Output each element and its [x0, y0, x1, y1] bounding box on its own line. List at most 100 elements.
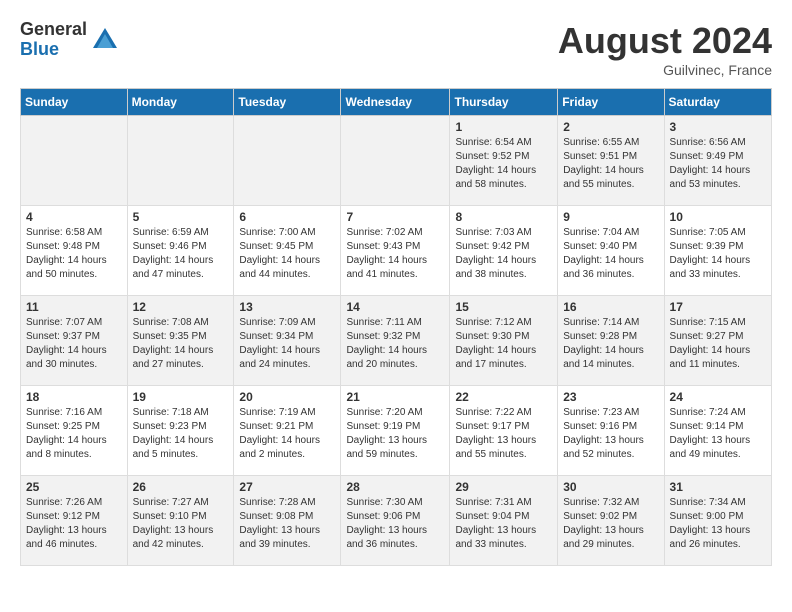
- col-friday: Friday: [558, 89, 664, 116]
- day-number: 11: [26, 300, 122, 314]
- calendar-cell: [234, 116, 341, 206]
- day-number: 6: [239, 210, 335, 224]
- calendar-cell: 12Sunrise: 7:08 AMSunset: 9:35 PMDayligh…: [127, 296, 234, 386]
- day-number: 8: [455, 210, 552, 224]
- col-monday: Monday: [127, 89, 234, 116]
- day-info: Sunrise: 7:00 AMSunset: 9:45 PMDaylight:…: [239, 226, 335, 282]
- calendar-cell: 16 Sunrise: 7:14 AMSunset: 9:28 PMDayligh…: [558, 296, 664, 386]
- day-number: 22: [455, 390, 552, 404]
- calendar-cell: 22 Sunrise: 7:22 AMSunset: 9:17 PMDayligh…: [450, 386, 558, 476]
- day-number: 25: [26, 480, 122, 494]
- logo: General Blue: [20, 20, 119, 60]
- day-info: Sunrise: 7:22 AMSunset: 9:17 PMDaylight:…: [455, 406, 552, 462]
- calendar-cell: 6 Sunrise: 7:00 AMSunset: 9:45 PMDaylight…: [234, 206, 341, 296]
- calendar-cell: 29 Sunrise: 7:31 AMSunset: 9:04 PMDayligh…: [450, 476, 558, 566]
- day-info: Sunrise: 7:24 AMSunset: 9:14 PMDaylight:…: [670, 406, 766, 462]
- day-number: 29: [455, 480, 552, 494]
- day-info: Sunrise: 7:03 AMSunset: 9:42 PMDaylight:…: [455, 226, 552, 282]
- calendar-cell: 10 Sunrise: 7:05 AMSunset: 9:39 PMDayligh…: [664, 206, 771, 296]
- day-number: 5: [133, 210, 229, 224]
- calendar-cell: 13 Sunrise: 7:09 AMSunset: 9:34 PMDayligh…: [234, 296, 341, 386]
- calendar-cell: 27Sunrise: 7:28 AMSunset: 9:08 PMDayligh…: [234, 476, 341, 566]
- calendar-week-3: 11 Sunrise: 7:07 AMSunset: 9:37 PMDayligh…: [21, 296, 772, 386]
- day-info: Sunrise: 7:05 AMSunset: 9:39 PMDaylight:…: [670, 226, 766, 282]
- day-info: Sunrise: 7:26 AMSunset: 9:12 PMDaylight:…: [26, 496, 122, 552]
- logo-general-text: General: [20, 20, 87, 40]
- calendar-cell: 14Sunrise: 7:11 AMSunset: 9:32 PMDayligh…: [341, 296, 450, 386]
- day-number: 9: [563, 210, 658, 224]
- day-number: 2: [563, 120, 658, 134]
- calendar-cell: 18Sunrise: 7:16 AMSunset: 9:25 PMDayligh…: [21, 386, 128, 476]
- title-section: August 2024 Guilvinec, France: [558, 20, 772, 78]
- calendar-week-2: 4 Sunrise: 6:58 AMSunset: 9:48 PMDaylight…: [21, 206, 772, 296]
- calendar-cell: 17Sunrise: 7:15 AMSunset: 9:27 PMDayligh…: [664, 296, 771, 386]
- calendar-cell: [21, 116, 128, 206]
- day-number: 15: [455, 300, 552, 314]
- day-number: 13: [239, 300, 335, 314]
- calendar-week-5: 25 Sunrise: 7:26 AMSunset: 9:12 PMDayligh…: [21, 476, 772, 566]
- calendar-cell: 20Sunrise: 7:19 AMSunset: 9:21 PMDayligh…: [234, 386, 341, 476]
- day-info: Sunrise: 7:32 AMSunset: 9:02 PMDaylight:…: [563, 496, 658, 552]
- day-info: Sunrise: 7:07 AMSunset: 9:37 PMDaylight:…: [26, 316, 122, 372]
- calendar-cell: 25 Sunrise: 7:26 AMSunset: 9:12 PMDayligh…: [21, 476, 128, 566]
- day-number: 31: [670, 480, 766, 494]
- day-number: 1: [455, 120, 552, 134]
- calendar-cell: 30 Sunrise: 7:32 AMSunset: 9:02 PMDayligh…: [558, 476, 664, 566]
- day-info: Sunrise: 7:30 AMSunset: 9:06 PMDaylight:…: [346, 496, 444, 552]
- calendar-cell: 8 Sunrise: 7:03 AMSunset: 9:42 PMDaylight…: [450, 206, 558, 296]
- day-info: Sunrise: 7:09 AMSunset: 9:34 PMDaylight:…: [239, 316, 335, 372]
- day-info: Sunrise: 7:19 AMSunset: 9:21 PMDaylight:…: [239, 406, 335, 462]
- day-number: 16: [563, 300, 658, 314]
- calendar-cell: 23Sunrise: 7:23 AMSunset: 9:16 PMDayligh…: [558, 386, 664, 476]
- calendar-cell: 15 Sunrise: 7:12 AMSunset: 9:30 PMDayligh…: [450, 296, 558, 386]
- day-number: 4: [26, 210, 122, 224]
- calendar-table: Sunday Monday Tuesday Wednesday Thursday…: [20, 88, 772, 566]
- calendar-cell: [341, 116, 450, 206]
- day-info: Sunrise: 6:55 AMSunset: 9:51 PMDaylight:…: [563, 136, 658, 192]
- calendar-cell: 21 Sunrise: 7:20 AMSunset: 9:19 PMDayligh…: [341, 386, 450, 476]
- header-row: Sunday Monday Tuesday Wednesday Thursday…: [21, 89, 772, 116]
- day-number: 10: [670, 210, 766, 224]
- calendar-cell: 3Sunrise: 6:56 AMSunset: 9:49 PMDaylight…: [664, 116, 771, 206]
- day-info: Sunrise: 7:12 AMSunset: 9:30 PMDaylight:…: [455, 316, 552, 372]
- calendar-cell: 2 Sunrise: 6:55 AMSunset: 9:51 PMDaylight…: [558, 116, 664, 206]
- location: Guilvinec, France: [558, 62, 772, 78]
- day-number: 28: [346, 480, 444, 494]
- calendar-cell: 7Sunrise: 7:02 AMSunset: 9:43 PMDaylight…: [341, 206, 450, 296]
- calendar-body: 1 Sunrise: 6:54 AMSunset: 9:52 PMDaylight…: [21, 116, 772, 566]
- calendar-cell: 24 Sunrise: 7:24 AMSunset: 9:14 PMDayligh…: [664, 386, 771, 476]
- day-number: 12: [133, 300, 229, 314]
- day-number: 14: [346, 300, 444, 314]
- day-info: Sunrise: 7:16 AMSunset: 9:25 PMDaylight:…: [26, 406, 122, 462]
- logo-blue-text: Blue: [20, 40, 87, 60]
- calendar-week-1: 1 Sunrise: 6:54 AMSunset: 9:52 PMDaylight…: [21, 116, 772, 206]
- day-info: Sunrise: 7:15 AMSunset: 9:27 PMDaylight:…: [670, 316, 766, 372]
- day-number: 26: [133, 480, 229, 494]
- day-number: 30: [563, 480, 658, 494]
- day-info: Sunrise: 7:20 AMSunset: 9:19 PMDaylight:…: [346, 406, 444, 462]
- day-info: Sunrise: 7:14 AMSunset: 9:28 PMDaylight:…: [563, 316, 658, 372]
- day-number: 7: [346, 210, 444, 224]
- col-sunday: Sunday: [21, 89, 128, 116]
- calendar-cell: 5 Sunrise: 6:59 AMSunset: 9:46 PMDaylight…: [127, 206, 234, 296]
- calendar-cell: 11 Sunrise: 7:07 AMSunset: 9:37 PMDayligh…: [21, 296, 128, 386]
- day-number: 19: [133, 390, 229, 404]
- day-info: Sunrise: 6:54 AMSunset: 9:52 PMDaylight:…: [455, 136, 552, 192]
- calendar-week-4: 18Sunrise: 7:16 AMSunset: 9:25 PMDayligh…: [21, 386, 772, 476]
- calendar-cell: 28 Sunrise: 7:30 AMSunset: 9:06 PMDayligh…: [341, 476, 450, 566]
- day-number: 21: [346, 390, 444, 404]
- calendar-cell: 9 Sunrise: 7:04 AMSunset: 9:40 PMDaylight…: [558, 206, 664, 296]
- day-info: Sunrise: 6:58 AMSunset: 9:48 PMDaylight:…: [26, 226, 122, 282]
- day-info: Sunrise: 6:59 AMSunset: 9:46 PMDaylight:…: [133, 226, 229, 282]
- page-header: General Blue August 2024 Guilvinec, Fran…: [20, 20, 772, 78]
- day-info: Sunrise: 7:31 AMSunset: 9:04 PMDaylight:…: [455, 496, 552, 552]
- calendar-cell: 1 Sunrise: 6:54 AMSunset: 9:52 PMDaylight…: [450, 116, 558, 206]
- month-year: August 2024: [558, 20, 772, 62]
- day-info: Sunrise: 7:04 AMSunset: 9:40 PMDaylight:…: [563, 226, 658, 282]
- day-number: 27: [239, 480, 335, 494]
- day-info: Sunrise: 7:18 AMSunset: 9:23 PMDaylight:…: [133, 406, 229, 462]
- day-number: 24: [670, 390, 766, 404]
- calendar-cell: 4 Sunrise: 6:58 AMSunset: 9:48 PMDaylight…: [21, 206, 128, 296]
- calendar-cell: 19 Sunrise: 7:18 AMSunset: 9:23 PMDayligh…: [127, 386, 234, 476]
- day-number: 23: [563, 390, 658, 404]
